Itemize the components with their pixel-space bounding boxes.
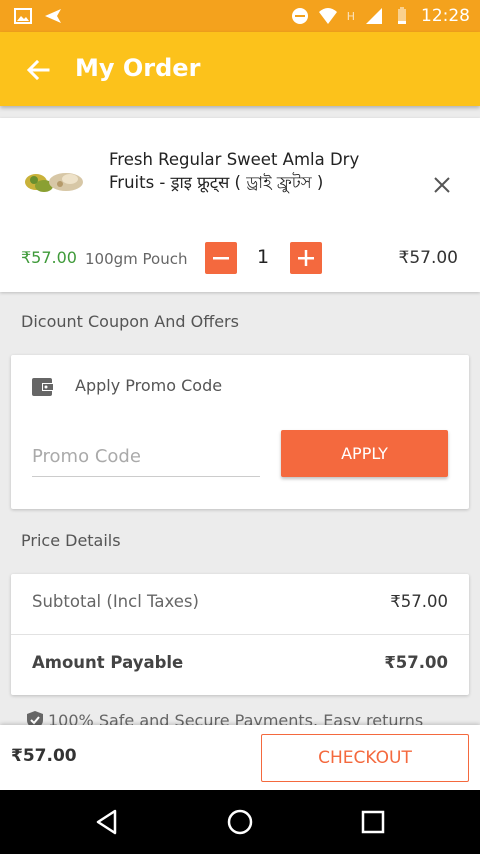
promo-title: Apply Promo Code	[75, 376, 223, 395]
quantity-value: 1	[256, 246, 270, 268]
minus-circle-icon	[291, 8, 308, 24]
unit-price: ₹57.00	[21, 248, 77, 267]
increase-quantity-button[interactable]	[290, 242, 322, 274]
status-bar: H 12:28	[0, 0, 480, 32]
safe-payment-note: 100% Safe and Secure Payments. Easy retu…	[26, 710, 423, 725]
amount-payable-value: ₹57.00	[384, 653, 448, 672]
nav-recents-icon[interactable]	[359, 808, 387, 836]
gallery-icon	[14, 8, 32, 24]
product-thumbnail	[25, 173, 83, 192]
system-nav-bar	[0, 790, 480, 854]
signal-icon	[366, 8, 382, 24]
decrease-quantity-button[interactable]	[205, 242, 237, 274]
checkout-button[interactable]: CHECKOUT	[261, 734, 469, 782]
status-time: 12:28	[421, 6, 470, 26]
subtotal-row: Subtotal (Incl Taxes) ₹57.00	[11, 574, 469, 634]
checkout-bar: ₹57.00 CHECKOUT	[0, 725, 480, 790]
price-details-card: Subtotal (Incl Taxes) ₹57.00 Amount Paya…	[11, 574, 469, 695]
app-bar: My Order	[0, 32, 480, 106]
apply-button[interactable]: APPLY	[281, 430, 448, 477]
plus-icon	[298, 250, 314, 266]
page-title: My Order	[75, 54, 201, 82]
network-type-label: H	[346, 9, 355, 23]
nav-home-icon[interactable]	[226, 808, 254, 836]
pack-size: 100gm Pouch	[85, 250, 188, 268]
item-total: ₹57.00	[398, 248, 458, 268]
amount-payable-row: Amount Payable ₹57.00	[11, 635, 469, 695]
subtotal-label: Subtotal (Incl Taxes)	[32, 592, 199, 611]
arrow-back-icon[interactable]	[22, 54, 54, 86]
shield-check-icon	[27, 711, 43, 725]
nav-back-icon[interactable]	[93, 808, 121, 836]
wifi-icon	[318, 8, 337, 24]
footer-total: ₹57.00	[11, 746, 77, 766]
coupon-section-heading: Dicount Coupon And Offers	[21, 312, 239, 331]
promo-card: Apply Promo Code APPLY	[11, 355, 469, 509]
wallet-icon	[32, 378, 54, 396]
product-name: Fresh Regular Sweet Amla Dry Fruits - ड्…	[109, 150, 360, 192]
minus-icon	[213, 257, 229, 260]
send-icon	[45, 9, 61, 23]
amount-payable-label: Amount Payable	[32, 653, 184, 672]
safe-payment-text: 100% Safe and Secure Payments. Easy retu…	[48, 710, 424, 726]
cart-item-card: Fresh Regular Sweet Amla Dry Fruits - ड्…	[0, 118, 480, 292]
subtotal-value: ₹57.00	[390, 592, 448, 611]
promo-code-input[interactable]	[32, 437, 260, 477]
battery-icon	[398, 7, 406, 24]
price-details-heading: Price Details	[21, 531, 121, 550]
order-content[interactable]: Fresh Regular Sweet Amla Dry Fruits - ड्…	[0, 106, 480, 725]
close-icon[interactable]	[430, 173, 454, 197]
